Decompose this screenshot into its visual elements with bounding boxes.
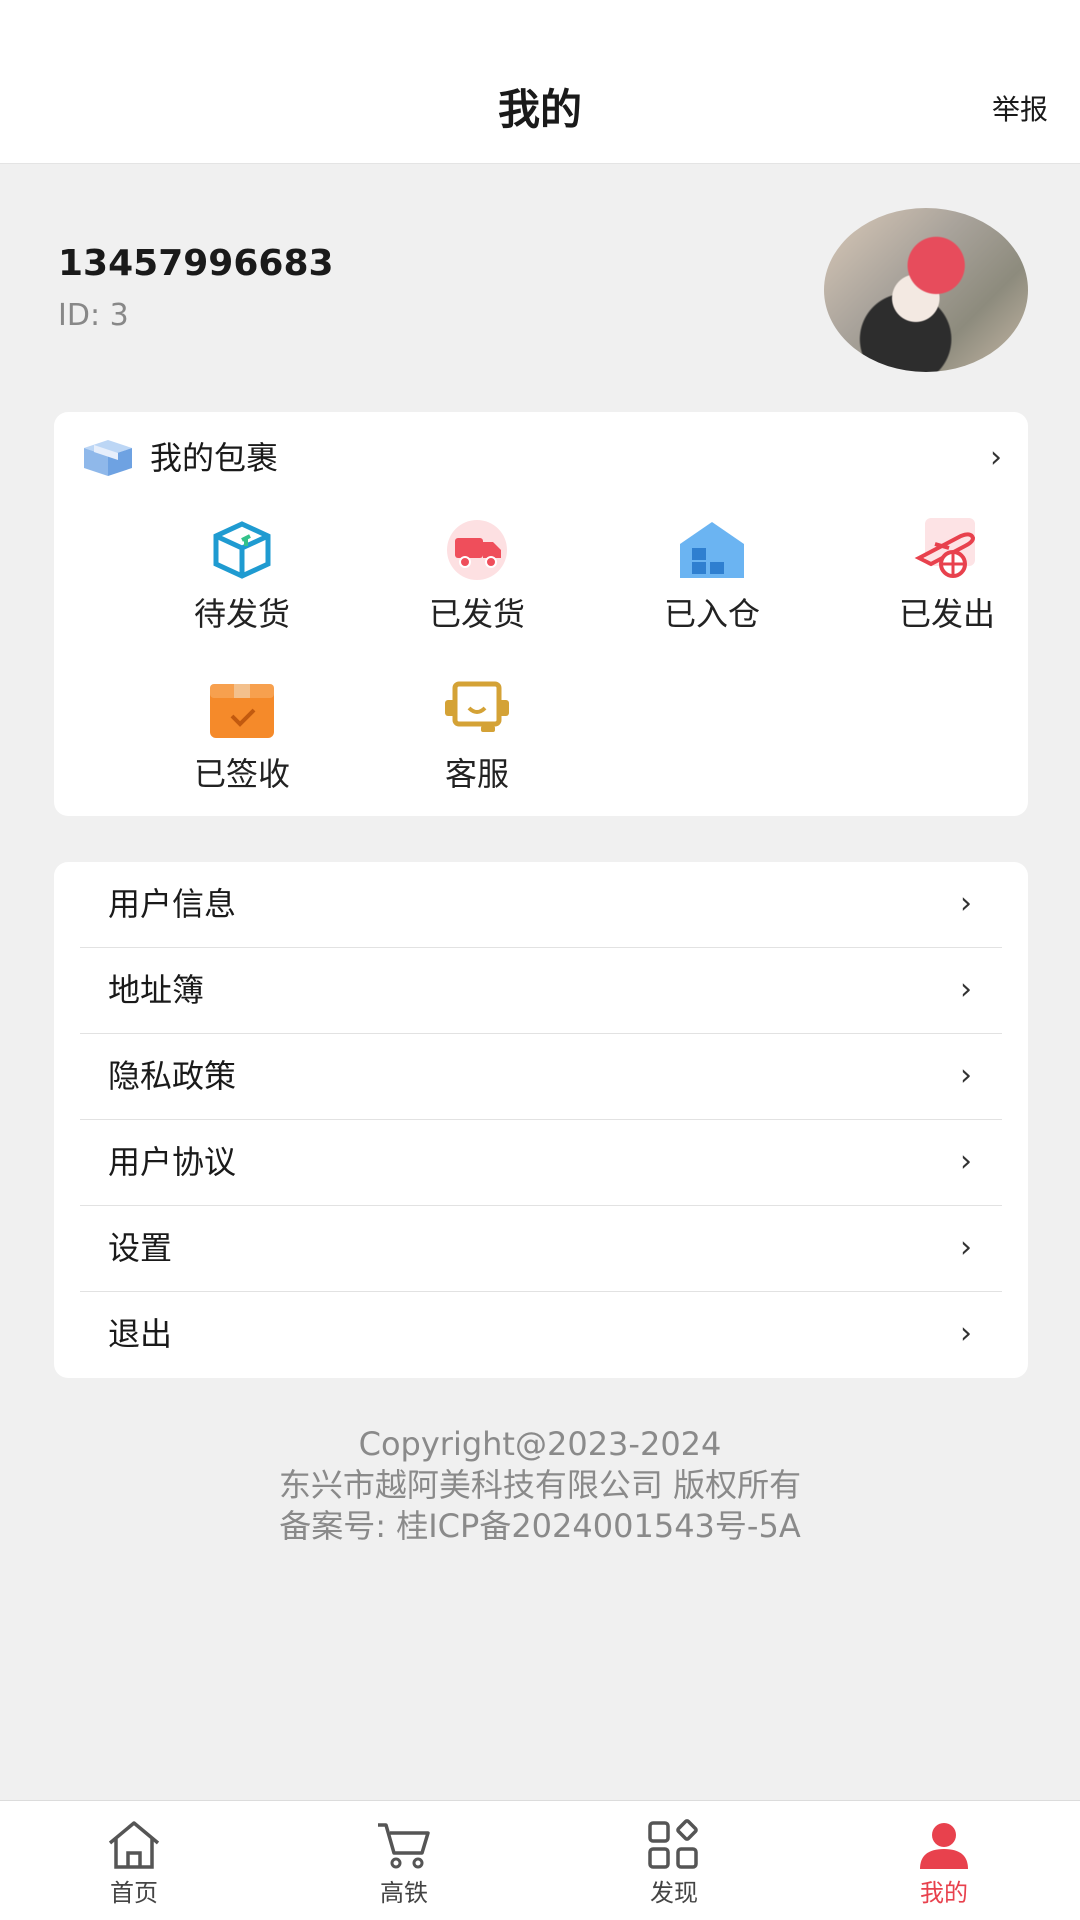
footer: Copyright@2023-2024 东兴市越阿美科技有限公司 版权所有 备案… (0, 1424, 1080, 1547)
menu-item-settings[interactable]: 设置 › (80, 1206, 1002, 1292)
customer-service-icon (445, 681, 509, 732)
discover-grid-icon (648, 1819, 698, 1869)
menu-item-address-book[interactable]: 地址簿 › (80, 948, 1002, 1034)
status-label: 待发货 (193, 595, 290, 633)
menu-item-privacy-policy[interactable]: 隐私政策 › (80, 1034, 1002, 1120)
chevron-right-icon: › (990, 440, 1002, 475)
footer-copyright: Copyright@2023-2024 (358, 1425, 722, 1463)
status-dispatched[interactable]: 已发出 (829, 518, 1065, 658)
parcel-pending-icon (213, 521, 271, 579)
package-box-icon (84, 440, 132, 476)
avatar[interactable] (824, 208, 1028, 372)
report-button[interactable]: 举报 (992, 92, 1048, 128)
status-in-warehouse[interactable]: 已入仓 (594, 518, 830, 658)
tab-discover[interactable]: 发现 (594, 1819, 754, 1909)
user-icon (920, 1823, 968, 1869)
status-label: 客服 (444, 755, 509, 793)
my-page: 我的 举报 13457996683 ID: 3 我的包裹 › 待发货 已发货 已… (0, 0, 1080, 1920)
menu-item-logout[interactable]: 退出 › (80, 1292, 1002, 1378)
packages-title: 我的包裹 (150, 439, 279, 477)
settings-menu: 用户信息 › 地址簿 › 隐私政策 › 用户协议 › 设置 › 退出 › (54, 862, 1028, 1378)
tab-label: 高铁 (380, 1879, 428, 1907)
packages-card: 我的包裹 › 待发货 已发货 已入仓 已发出 已签收 客服 (54, 412, 1028, 816)
footer-icp: 备案号: 桂ICP备2024001543号-5A (279, 1507, 801, 1545)
status-signed[interactable]: 已签收 (124, 678, 360, 818)
packages-header[interactable]: 我的包裹 › (80, 434, 1002, 482)
cart-icon (378, 1823, 430, 1869)
tab-label: 我的 (920, 1879, 968, 1907)
bottom-tab-bar: 首页 高铁 发现 我的 (0, 1800, 1080, 1920)
customer-service[interactable]: 客服 (359, 678, 595, 818)
tab-home[interactable]: 首页 (54, 1819, 214, 1909)
tab-mine[interactable]: 我的 (864, 1819, 1024, 1909)
footer-company: 东兴市越阿美科技有限公司 版权所有 (278, 1466, 802, 1504)
home-icon (108, 1821, 160, 1869)
menu-item-user-agreement[interactable]: 用户协议 › (80, 1120, 1002, 1206)
menu-item-label: 用户协议 (108, 1143, 237, 1181)
chevron-right-icon: › (960, 886, 972, 921)
chevron-right-icon: › (960, 972, 972, 1007)
status-label: 已签收 (193, 755, 290, 793)
menu-item-label: 隐私政策 (108, 1057, 237, 1095)
tab-label: 发现 (650, 1879, 698, 1907)
page-title: 我的 (497, 85, 582, 134)
tab-high-speed-rail[interactable]: 高铁 (324, 1819, 484, 1909)
chevron-right-icon: › (960, 1144, 972, 1179)
status-shipped[interactable]: 已发货 (359, 518, 595, 658)
menu-item-user-info[interactable]: 用户信息 › (80, 862, 1002, 948)
menu-item-label: 地址簿 (108, 971, 205, 1009)
status-label: 已入仓 (663, 595, 760, 633)
tab-label: 首页 (110, 1879, 158, 1907)
profile-phone: 13457996683 (58, 243, 334, 284)
delivery-truck-icon (447, 520, 507, 580)
airplane-globe-icon (914, 518, 976, 578)
box-check-icon (210, 684, 274, 738)
chevron-right-icon: › (960, 1230, 972, 1265)
profile-id: ID: 3 (58, 298, 129, 333)
warehouse-icon (680, 522, 744, 578)
status-label: 已发出 (898, 595, 995, 633)
menu-item-label: 退出 (108, 1315, 173, 1353)
status-pending-shipment[interactable]: 待发货 (124, 518, 360, 658)
top-header: 我的 举报 (0, 0, 1080, 164)
menu-item-label: 用户信息 (108, 885, 237, 923)
chevron-right-icon: › (960, 1058, 972, 1093)
chevron-right-icon: › (960, 1316, 972, 1351)
menu-item-label: 设置 (108, 1229, 173, 1267)
status-label: 已发货 (428, 595, 525, 633)
